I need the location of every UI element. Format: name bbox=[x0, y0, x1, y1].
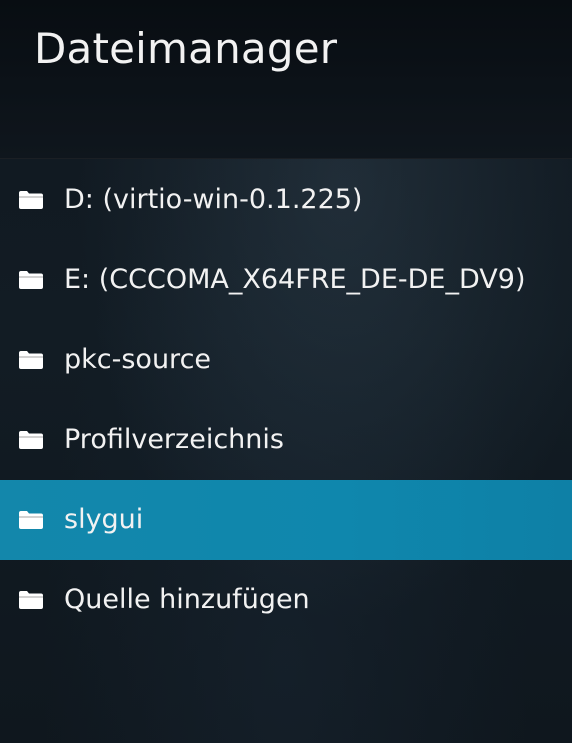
list-item-drive-e[interactable]: E: (CCCOMA_X64FRE_DE-DE_DV9) bbox=[0, 240, 572, 320]
list-item-label: Profilverzeichnis bbox=[64, 424, 284, 455]
list-item-label: E: (CCCOMA_X64FRE_DE-DE_DV9) bbox=[64, 264, 526, 295]
list-item-drive-d[interactable]: D: (virtio-win-0.1.225) bbox=[0, 160, 572, 240]
list-item-profilverzeichnis[interactable]: Profilverzeichnis bbox=[0, 400, 572, 480]
list-item-label: D: (virtio-win-0.1.225) bbox=[64, 184, 363, 215]
page-title: Dateimanager bbox=[34, 24, 338, 73]
folder-icon bbox=[19, 271, 43, 289]
list-item-add-source[interactable]: Quelle hinzufügen bbox=[0, 560, 572, 640]
list-item-label: pkc-source bbox=[64, 344, 212, 375]
folder-icon bbox=[19, 191, 43, 209]
header: Dateimanager bbox=[0, 0, 572, 159]
list-item-slygui[interactable]: slygui bbox=[0, 480, 572, 560]
folder-icon bbox=[19, 431, 43, 449]
folder-icon bbox=[19, 351, 43, 369]
list-item-label: Quelle hinzufügen bbox=[64, 584, 310, 615]
list-item-pkc-source[interactable]: pkc-source bbox=[0, 320, 572, 400]
list-item-label: slygui bbox=[64, 504, 144, 535]
folder-icon bbox=[19, 591, 43, 609]
folder-icon bbox=[19, 511, 43, 529]
file-list: D: (virtio-win-0.1.225) E: (CCCOMA_X64FR… bbox=[0, 160, 572, 640]
